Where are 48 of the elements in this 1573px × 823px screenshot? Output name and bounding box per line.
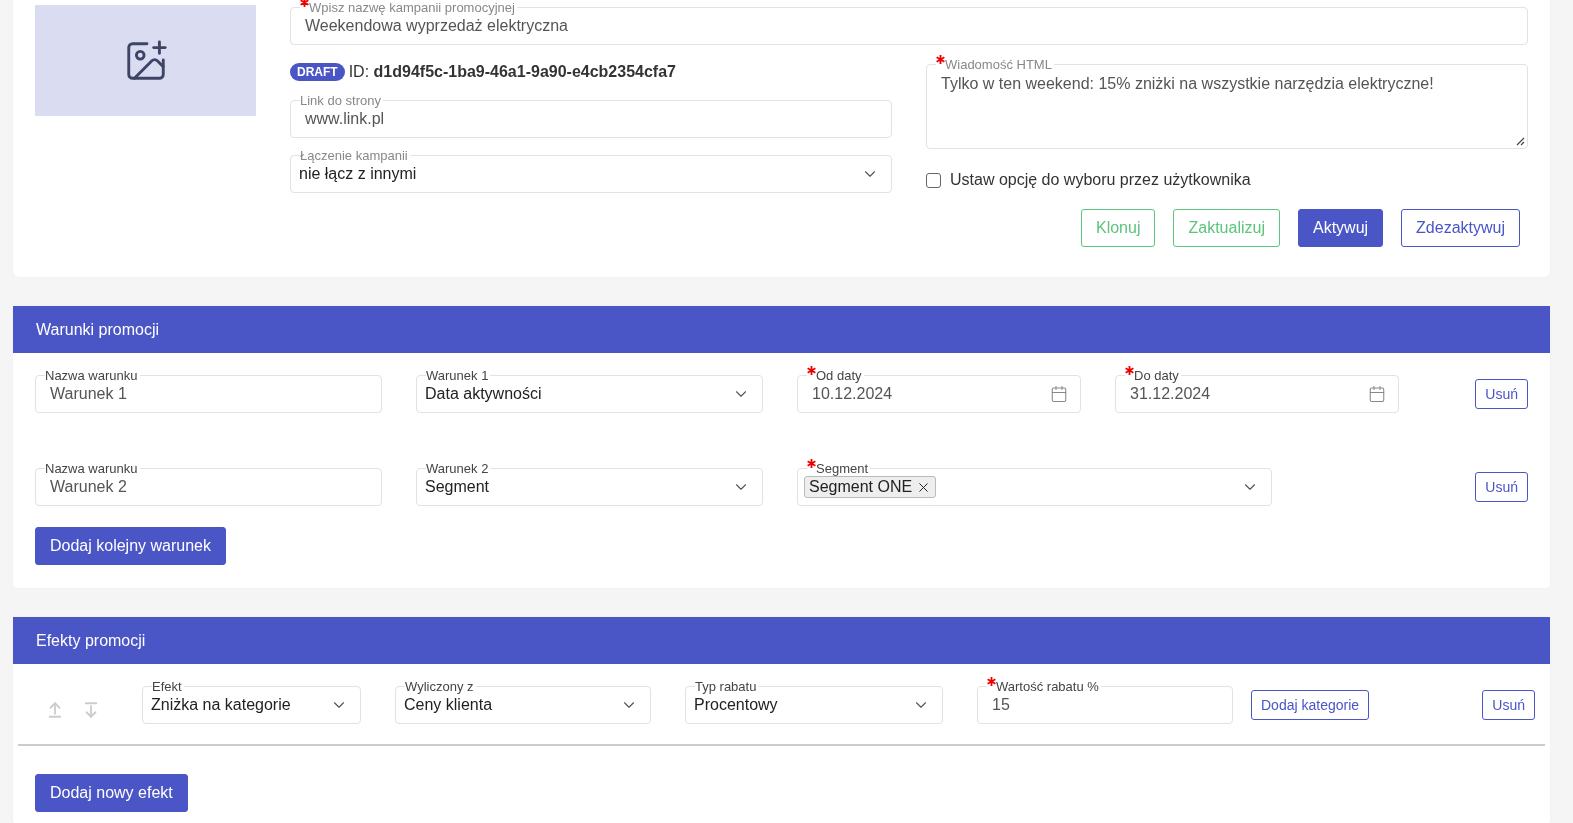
section-header: Efekty promocji [13,617,1550,664]
field-label: Link do strony [300,93,381,108]
field-label: Od daty [816,368,862,383]
remove-button[interactable]: Usuń [1482,690,1535,720]
field-label: Łączenie kampanii [300,148,408,163]
field-label: Efekt [152,679,182,694]
field-value: 15 [992,696,1011,714]
field-label: Warunek 2 [426,461,489,476]
field-label: Nazwa warunku [45,461,138,476]
resize-grip-icon[interactable] [1516,137,1525,146]
field-value: www.link.pl [305,110,386,128]
field-label: Do daty [1134,368,1179,383]
remove-button[interactable]: Usuń [1475,379,1528,409]
calendar-icon[interactable] [1050,385,1068,403]
status-badge: DRAFT [290,63,345,81]
field-label: Typ rabatu [695,679,757,694]
field-label: Wyliczony z [405,679,474,694]
add-condition-button[interactable]: Dodaj kolejny warunek [35,527,226,565]
select-value: Procentowy [694,696,779,714]
field-label: Wartość rabatu % [996,679,1099,694]
tag-label: Segment ONE [809,478,913,496]
section-header: Warunki promocji [13,306,1550,353]
calendar-icon[interactable] [1368,385,1386,403]
field-value: Warunek 1 [50,385,128,403]
field-value: Warunek 2 [50,478,128,496]
field-value: 10.12.2024 [812,385,894,403]
checkbox-label: Ustaw opcję do wyboru przez użytkownika [950,171,1251,189]
campaign-id: ID: d1d94f5c-1ba9-46a1-9a90-e4cb2354cfa7 [348,63,676,81]
remove-button[interactable]: Usuń [1475,472,1528,502]
field-value: 31.12.2024 [1130,385,1212,403]
select-value: nie łącz z innymi [299,165,418,183]
action-button[interactable]: Zdezaktywuj [1401,209,1520,247]
add-category-button[interactable]: Dodaj kategorie [1251,690,1370,720]
select-value: Data aktywności [425,385,543,403]
select-value: Zniżka na kategorie [151,696,292,714]
action-button[interactable]: Aktywuj [1297,209,1384,247]
checkbox[interactable] [926,172,941,188]
field-label: Warunek 1 [426,368,489,383]
select-value: Segment [425,478,491,496]
field-label: Segment [816,461,869,476]
field-label: Wpisz nazwę kampanii promocyjnej [309,0,515,15]
field-label: Nazwa warunku [45,368,138,383]
textarea-value: Tylko w ten weekend: 15% zniżki na wszystkie narzędzia elektryczne! [941,75,1435,93]
image-placeholder[interactable] [35,5,256,116]
field-label: Wiadomość HTML [945,57,1052,72]
field-value: Weekendowa wyprzedaż elektryczna [305,17,569,35]
select-value: Ceny klienta [404,696,494,714]
add-effect-button[interactable]: Dodaj nowy efekt [35,774,188,812]
